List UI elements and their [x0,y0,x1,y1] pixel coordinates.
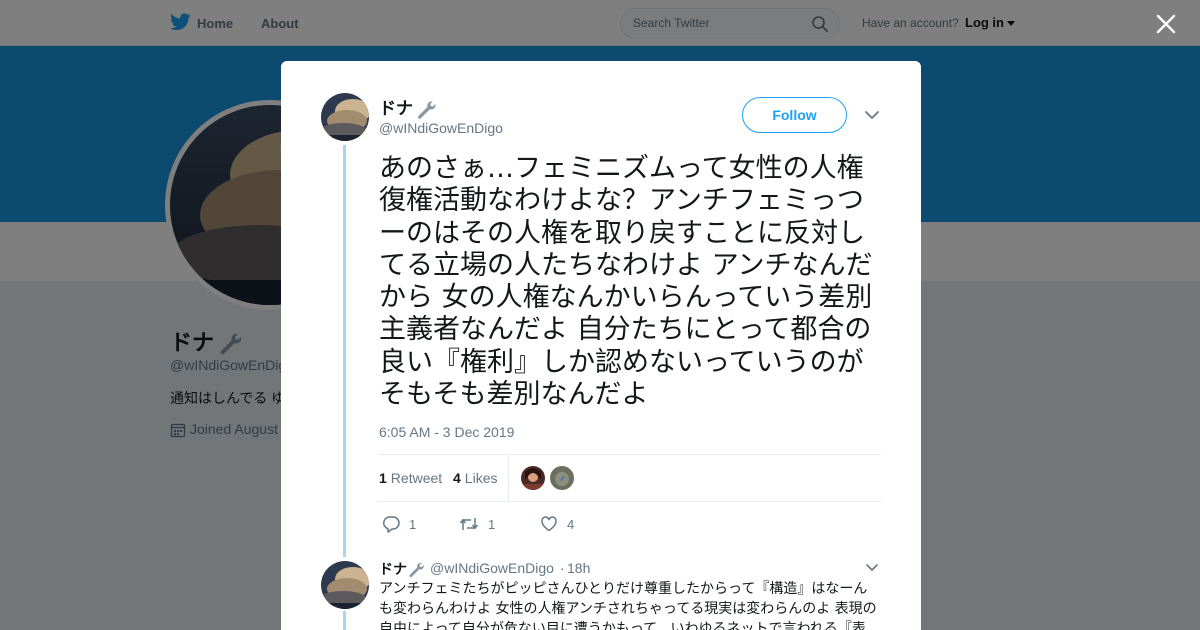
wrench-icon [409,563,424,578]
like-count-link[interactable]: 4 Likes [453,470,497,486]
liker-avatar[interactable] [521,466,545,490]
retweet-action-count: 1 [488,516,496,532]
reply-button[interactable]: 1 [382,514,416,534]
follow-button[interactable]: Follow [742,97,847,133]
tweet-stats: 1 Retweet 4 Likes [378,454,881,502]
tweet-text: あのさぁ…フェミニズムって女性の人権復権活動なわけよな？アンチフェミっつーのはそ… [379,153,873,411]
chevron-down-icon[interactable] [864,109,880,121]
stats-divider [508,455,509,501]
reply-separator: · [560,560,565,576]
tweet-author-avatar[interactable] [321,93,369,141]
tweet-actions: 1 1 4 [379,514,679,534]
thread-connector-line [343,611,346,630]
reply-author-handle[interactable]: @wINdiGowEnDigo [430,560,554,576]
reply-text: アンチフェミたちがピッピさんひとりだけ尊重したからって『構造』はなーんも変わらん… [379,581,877,630]
heart-icon [541,516,557,532]
reply-author-name-text: ドナ [379,561,407,577]
tweet-author-handle[interactable]: @wINdiGowEnDigo [379,120,503,136]
retweet-count: 1 [379,470,387,486]
retweet-label: Retweet [390,470,443,486]
tweet-author-name[interactable]: ドナ [379,94,437,121]
reply-time[interactable]: 18h [567,560,590,576]
reply-icon [382,516,400,533]
retweet-icon [459,518,479,530]
close-icon[interactable] [1155,13,1177,35]
like-count: 4 [453,470,461,486]
reply-author-name[interactable]: ドナ [379,559,425,579]
chevron-down-icon[interactable] [865,563,879,573]
tweet-modal: ドナ @wINdiGowEnDigo Follow あのさぁ…フェミニズムって女… [281,61,921,630]
reply-author-avatar[interactable] [321,561,369,609]
like-action-count: 4 [567,516,575,532]
reply-count: 1 [409,516,417,532]
retweet-count-link[interactable]: 1 Retweet [379,470,442,486]
wrench-icon [418,100,436,119]
like-label: Likes [464,470,498,486]
thread-connector-line [343,145,346,557]
tweet-timestamp[interactable]: 6:05 AM - 3 Dec 2019 [379,424,514,440]
retweet-button[interactable]: 1 [459,514,495,534]
tweet-author-name-text: ドナ [379,99,413,118]
like-button[interactable]: 4 [540,514,574,534]
liker-avatar[interactable] [550,466,574,490]
